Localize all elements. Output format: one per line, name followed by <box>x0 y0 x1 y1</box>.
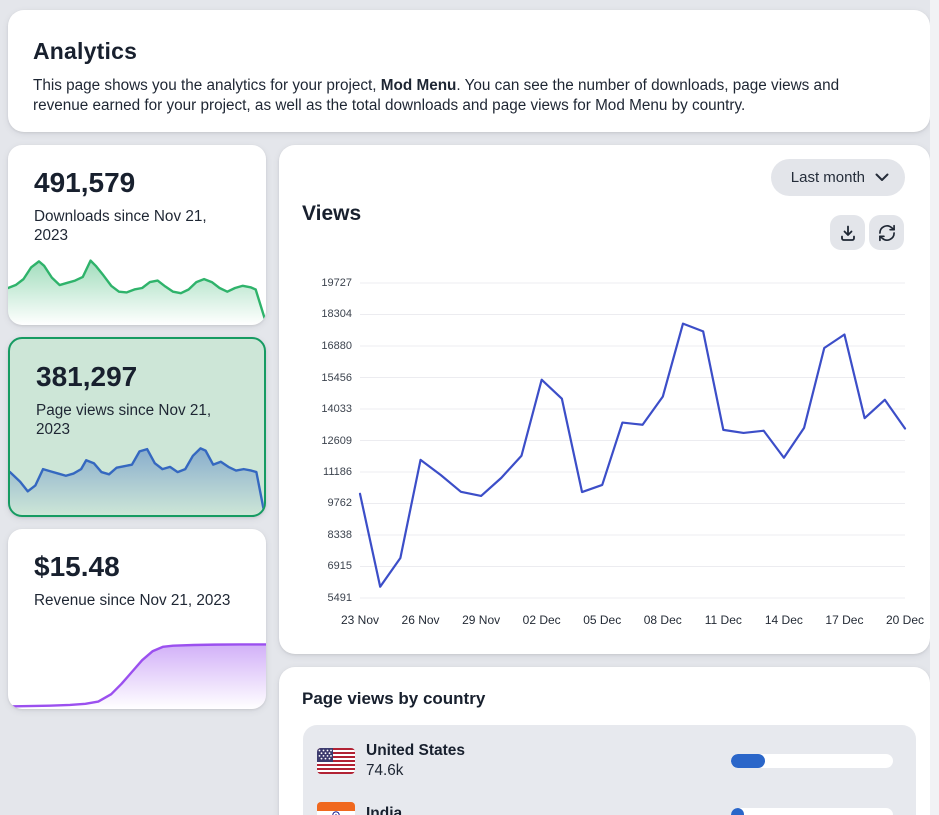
x-axis-label: 29 Nov <box>451 613 511 627</box>
revenue-label: Revenue since Nov 21, 2023 <box>34 591 234 610</box>
downloads-sparkline <box>8 251 266 325</box>
download-icon <box>838 223 858 243</box>
refresh-icon <box>877 223 897 243</box>
country-bar-track <box>731 808 893 815</box>
stat-card-downloads[interactable]: 491,579 Downloads since Nov 21, 2023 <box>8 145 266 325</box>
x-axis-label: 08 Dec <box>633 613 693 627</box>
revenue-sparkline <box>8 635 266 709</box>
country-bar-track <box>731 754 893 768</box>
country-row-united-states: United States 74.6k <box>317 734 893 788</box>
chevron-down-icon <box>875 173 889 182</box>
country-views-card: Page views by country <box>279 667 930 815</box>
revenue-amount: $15.48 <box>34 551 120 583</box>
page-views-count: 381,297 <box>36 361 137 393</box>
country-list: United States 74.6k <box>303 725 916 815</box>
x-axis-label: 26 Nov <box>391 613 451 627</box>
country-name: India <box>366 805 402 815</box>
india-flag-icon <box>317 802 355 815</box>
scrollbar-track[interactable] <box>930 0 939 815</box>
y-axis-label: 12609 <box>288 435 352 447</box>
x-axis-label: 17 Dec <box>814 613 874 627</box>
chart-plot-area <box>360 283 905 598</box>
page-description: This page shows you the analytics for yo… <box>33 76 885 115</box>
range-dropdown[interactable]: Last month <box>771 159 905 196</box>
y-axis-label: 14033 <box>288 403 352 415</box>
country-name: United States <box>366 742 465 760</box>
y-axis-label: 11186 <box>288 466 352 478</box>
stat-card-page-views[interactable]: 381,297 Page views since Nov 21, 2023 <box>8 337 266 517</box>
chart-title: Views <box>302 202 361 226</box>
x-axis-label: 23 Nov <box>330 613 390 627</box>
y-axis-label: 6915 <box>288 560 352 572</box>
download-csv-button[interactable] <box>830 215 865 250</box>
y-axis-label: 5491 <box>288 592 352 604</box>
x-axis-label: 05 Dec <box>572 613 632 627</box>
y-axis-label: 8338 <box>288 529 352 541</box>
country-row-india: India <box>317 788 893 815</box>
y-axis-label: 9762 <box>288 497 352 509</box>
country-section-title: Page views by country <box>302 689 485 709</box>
y-axis-label: 15456 <box>288 372 352 384</box>
x-axis-label: 20 Dec <box>875 613 935 627</box>
analytics-header-card: Analytics This page shows you the analyt… <box>8 10 930 132</box>
country-bar-fill <box>731 754 765 768</box>
project-name: Mod Menu <box>381 77 457 94</box>
description-text: This page shows you the analytics for yo… <box>33 77 381 94</box>
page-views-label: Page views since Nov 21, 2023 <box>36 401 236 439</box>
y-axis-label: 19727 <box>288 277 352 289</box>
analytics-page: Analytics This page shows you the analyt… <box>0 0 939 815</box>
us-flag-icon <box>317 748 355 774</box>
downloads-label: Downloads since Nov 21, 2023 <box>34 207 234 245</box>
y-axis-label: 18304 <box>288 308 352 320</box>
x-axis-label: 11 Dec <box>693 613 753 627</box>
country-value: 74.6k <box>366 762 465 780</box>
country-bar-fill <box>731 808 744 815</box>
page-views-sparkline <box>10 441 264 515</box>
page-title: Analytics <box>33 38 137 65</box>
stat-card-revenue[interactable]: $15.48 Revenue since Nov 21, 2023 <box>8 529 266 709</box>
downloads-count: 491,579 <box>34 167 135 199</box>
y-axis-label: 16880 <box>288 340 352 352</box>
x-axis-label: 14 Dec <box>754 613 814 627</box>
x-axis-label: 02 Dec <box>512 613 572 627</box>
range-dropdown-label: Last month <box>791 169 865 186</box>
refresh-button[interactable] <box>869 215 904 250</box>
